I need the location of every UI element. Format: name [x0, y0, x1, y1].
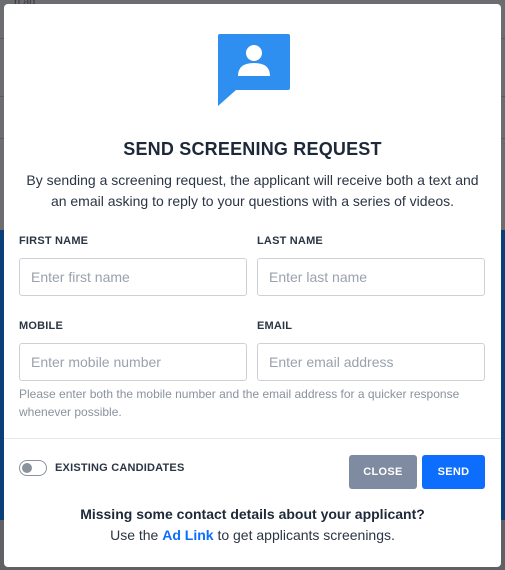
contact-hint: Please enter both the mobile number and … — [19, 387, 460, 419]
footer-hint: Use the Ad Link to get applicants screen… — [4, 527, 501, 543]
screening-request-modal: SEND SCREENING REQUEST By sending a scre… — [4, 4, 501, 567]
send-button[interactable]: SEND — [422, 455, 485, 489]
mobile-label: MOBILE — [19, 320, 63, 332]
footer-prefix: Use the — [110, 527, 163, 543]
first-name-input[interactable] — [19, 258, 247, 296]
close-button[interactable]: CLOSE — [349, 455, 417, 489]
modal-title: SEND SCREENING REQUEST — [123, 139, 382, 159]
toggle-knob — [22, 463, 32, 473]
chat-bubble-user-icon — [218, 34, 290, 106]
first-name-label: FIRST NAME — [19, 235, 89, 247]
footer-question: Missing some contact details about your … — [80, 506, 425, 522]
mobile-input[interactable] — [19, 343, 247, 381]
email-label: EMAIL — [257, 320, 293, 332]
ad-link[interactable]: Ad Link — [162, 527, 213, 543]
existing-candidates-label: EXISTING CANDIDATES — [55, 462, 185, 474]
last-name-label: LAST NAME — [257, 235, 323, 247]
existing-candidates-toggle[interactable] — [19, 460, 47, 476]
footer-suffix: to get applicants screenings. — [213, 527, 395, 543]
modal-divider — [4, 438, 501, 439]
email-input[interactable] — [257, 343, 485, 381]
modal-description: By sending a screening request, the appl… — [26, 172, 479, 209]
last-name-input[interactable] — [257, 258, 485, 296]
